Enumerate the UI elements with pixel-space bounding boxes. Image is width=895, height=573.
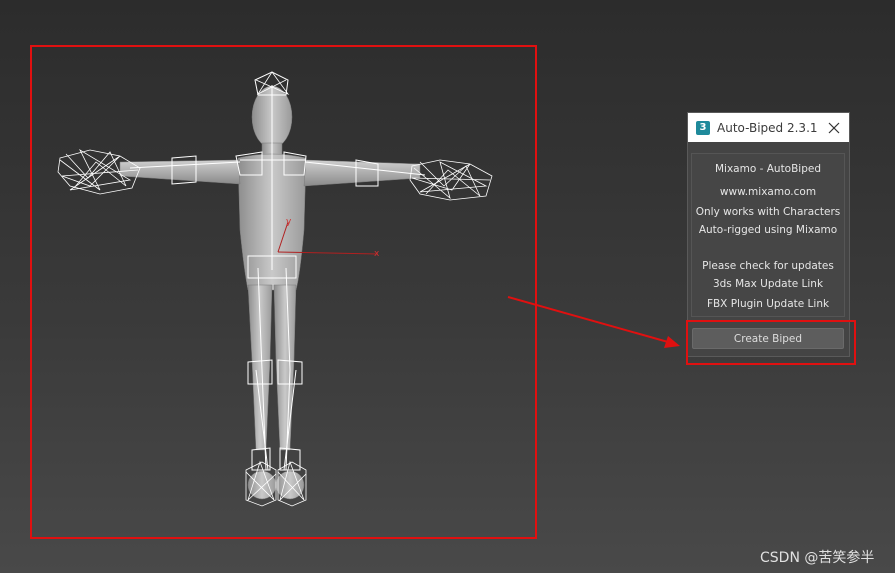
close-button[interactable]	[819, 113, 849, 142]
3ds-max-update-link[interactable]: 3ds Max Update Link	[692, 278, 844, 290]
button-highlight-box	[686, 320, 856, 365]
info-website: www.mixamo.com	[719, 186, 817, 198]
info-panel: Mixamo - AutoBiped www.mixamo.com Only w…	[691, 153, 845, 317]
dialog-title: Auto-Biped 2.3.1	[717, 120, 818, 135]
info-note-line1: Only works with Characters	[695, 206, 841, 218]
3ds-max-app-icon: 3	[696, 120, 710, 135]
info-title: Mixamo - AutoBiped	[714, 163, 822, 175]
close-icon	[828, 122, 840, 133]
info-update-note: Please check for updates	[702, 260, 834, 272]
watermark: CSDN @苦笑参半	[760, 550, 875, 566]
dialog-titlebar[interactable]: 3 Auto-Biped 2.3.1	[688, 113, 849, 142]
fbx-plugin-update-link[interactable]: FBX Plugin Update Link	[692, 298, 844, 310]
info-note-line2: Auto-rigged using Mixamo	[698, 224, 838, 236]
figure-highlight-box	[30, 45, 537, 539]
